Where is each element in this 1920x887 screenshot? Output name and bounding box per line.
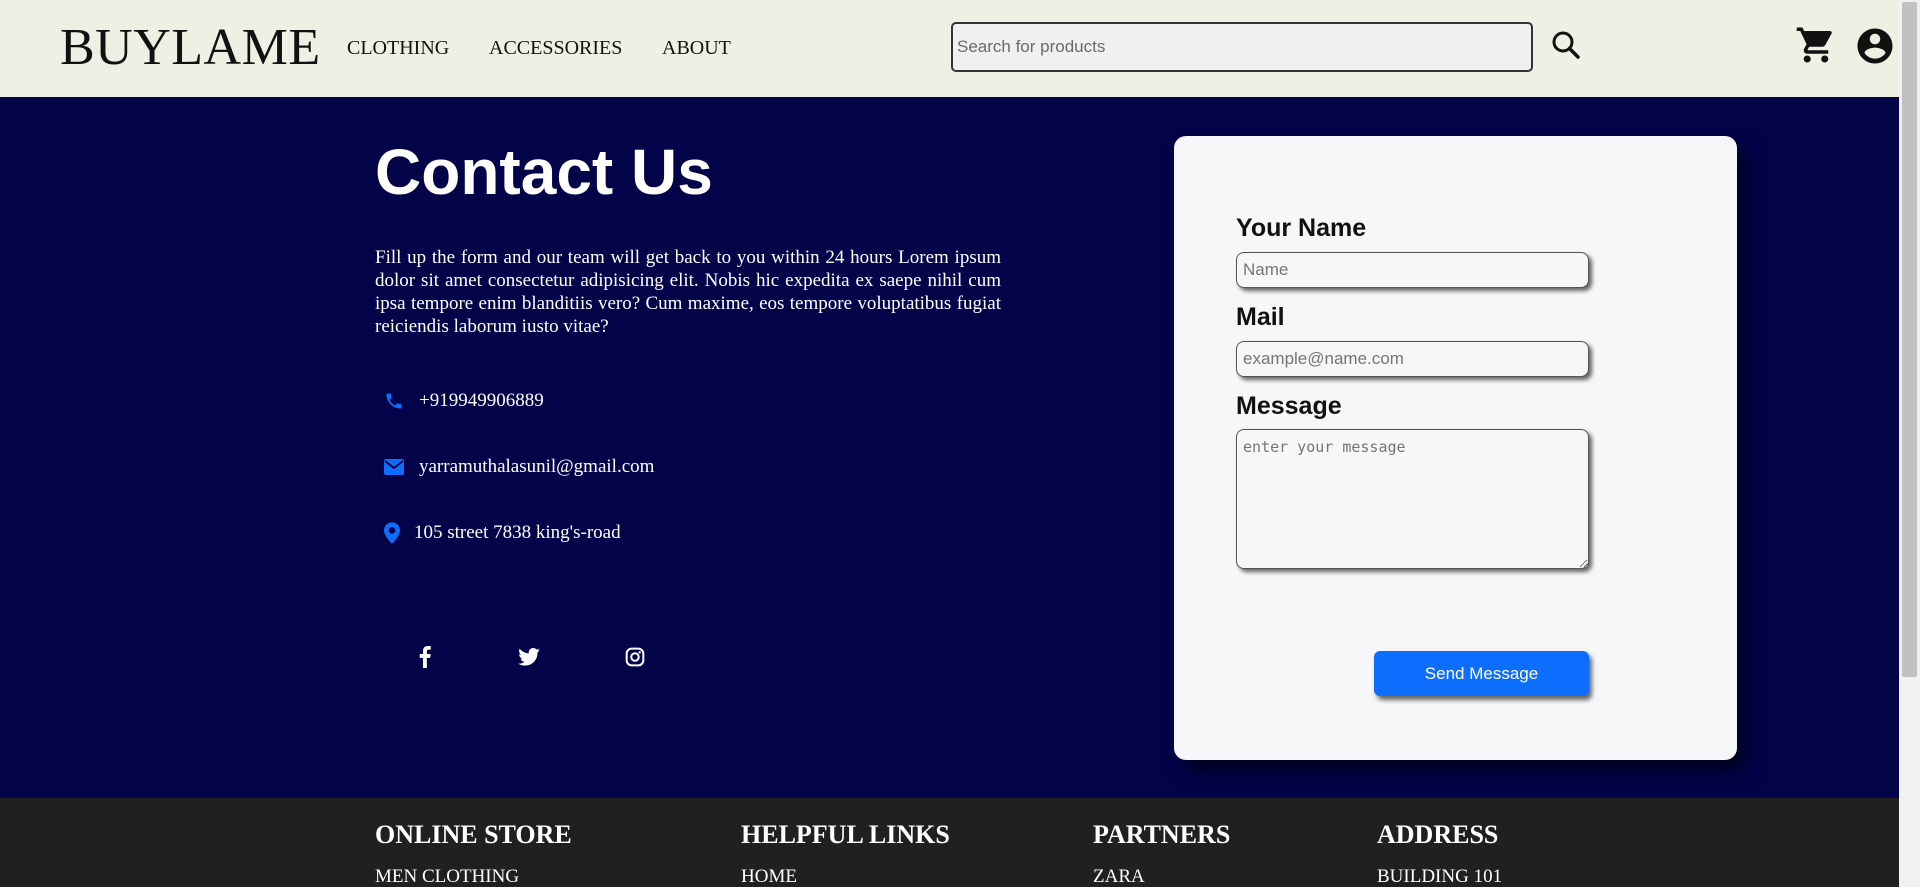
footer-heading: HELPFUL LINKS	[741, 820, 950, 849]
contact-address: 105 street 7838 king's-road	[383, 522, 621, 544]
footer-link[interactable]: ZARA	[1093, 866, 1230, 887]
scrollbar-thumb[interactable]	[1902, 2, 1917, 677]
footer-heading: ONLINE STORE	[375, 820, 572, 849]
footer-column-partners: PARTNERS ZARA	[1093, 820, 1230, 887]
footer-heading: PARTNERS	[1093, 820, 1231, 849]
name-field[interactable]	[1236, 252, 1589, 288]
search-icon[interactable]	[1550, 29, 1582, 61]
contact-description: Fill up the form and our team will get b…	[375, 247, 1001, 337]
email-field[interactable]	[1236, 341, 1589, 377]
footer-link[interactable]: MEN CLOTHING	[375, 866, 572, 887]
logo[interactable]: BUYLAME	[60, 18, 321, 77]
search-input[interactable]	[951, 22, 1533, 72]
street-address: 105 street 7838 king's-road	[414, 522, 621, 543]
message-textarea[interactable]	[1236, 429, 1589, 569]
footer-column-helpful-links: HELPFUL LINKS HOME	[741, 820, 950, 887]
contact-form-card: Your Name Mail Message Send Message	[1174, 136, 1737, 760]
nav-about[interactable]: ABOUT	[662, 37, 731, 60]
footer-column-online-store: ONLINE STORE MEN CLOTHING	[375, 820, 572, 887]
cart-icon[interactable]	[1795, 24, 1837, 66]
name-label: Your Name	[1236, 214, 1367, 242]
twitter-icon[interactable]	[514, 642, 544, 672]
account-circle-icon[interactable]	[1854, 25, 1896, 67]
location-pin-icon	[383, 522, 401, 544]
mail-label: Mail	[1236, 303, 1285, 331]
phone-number: +919949906889	[419, 390, 544, 411]
mail-icon	[383, 456, 405, 478]
footer-heading: ADDRESS	[1377, 820, 1499, 849]
site-footer: ONLINE STORE MEN CLOTHING HELPFUL LINKS …	[0, 798, 1899, 887]
site-header: BUYLAME CLOTHING ACCESSORIES ABOUT	[0, 0, 1899, 97]
page-title: Contact Us	[375, 136, 713, 208]
contact-section: Contact Us Fill up the form and our team…	[0, 97, 1899, 798]
contact-email: yarramuthalasunil@gmail.com	[383, 456, 654, 478]
nav-clothing[interactable]: CLOTHING	[347, 37, 449, 60]
message-label: Message	[1236, 392, 1342, 420]
footer-link: BUILDING 101	[1377, 866, 1503, 887]
instagram-icon[interactable]	[620, 642, 650, 672]
email-address: yarramuthalasunil@gmail.com	[419, 456, 655, 477]
send-message-button[interactable]: Send Message	[1374, 651, 1589, 696]
contact-phone: +919949906889	[383, 390, 544, 412]
page-scrollbar[interactable]	[1899, 0, 1920, 887]
footer-link[interactable]: HOME	[741, 866, 950, 887]
nav-accessories[interactable]: ACCESSORIES	[489, 37, 622, 60]
phone-icon	[383, 390, 405, 412]
footer-column-address: ADDRESS BUILDING 101	[1377, 820, 1502, 887]
facebook-icon[interactable]	[410, 642, 440, 672]
